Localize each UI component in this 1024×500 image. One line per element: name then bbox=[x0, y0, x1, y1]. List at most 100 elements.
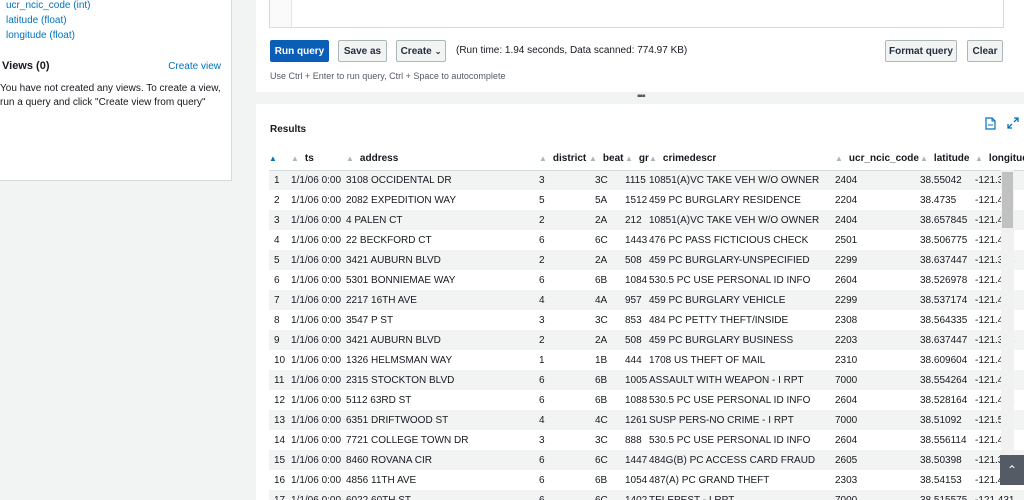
table-cell: 484G(B) PC ACCESS CARD FRAUD bbox=[649, 450, 835, 470]
create-view-link[interactable]: Create view bbox=[168, 61, 221, 72]
clear-button[interactable]: Clear bbox=[967, 40, 1003, 62]
table-cell: 508 bbox=[625, 330, 649, 350]
table-cell: -121.434 bbox=[975, 394, 1015, 406]
table-cell: 2404 bbox=[835, 210, 920, 230]
table-cell: 38.556114 bbox=[920, 434, 967, 446]
table-cell: 2604 bbox=[835, 394, 858, 406]
table-cell: 38.657845 bbox=[920, 210, 975, 230]
table-cell: -121.427 bbox=[975, 234, 1015, 246]
table-cell: 10851(A)VC TAKE VEH W/O OWNER bbox=[649, 170, 835, 190]
table-row: 11 1/1/06 0:00 2315 STOCKTON BLVD 6 6B 1005 AS… bbox=[269, 370, 1024, 390]
table-cell: 6 bbox=[539, 370, 589, 390]
table-cell: 1084 bbox=[625, 274, 648, 286]
table-cell: 957 bbox=[625, 290, 649, 310]
table-cell: 484 PC PETTY THEFT/INSIDE bbox=[649, 314, 789, 326]
table-cell: 888 bbox=[625, 434, 642, 446]
table-cell: -121.384 bbox=[975, 250, 1024, 270]
table-row: 3 1/1/06 0:00 4 PALEN CT 2 2A 212 10851(A)VC T… bbox=[269, 210, 1024, 230]
create-dropdown-button[interactable]: Create ⌄ bbox=[396, 40, 446, 62]
column-header[interactable]: ▲ latitude bbox=[920, 148, 975, 171]
sort-icon: ▲ bbox=[835, 154, 843, 164]
table-cell: 6022 60TH ST bbox=[346, 490, 539, 500]
table-cell: 2217 16TH AVE bbox=[346, 290, 539, 310]
sort-icon: ▲ bbox=[589, 154, 597, 164]
table-cell: 1/1/06 0:00 bbox=[291, 410, 346, 430]
table-cell: -121.462 bbox=[975, 210, 1024, 230]
column-header[interactable]: ▲grid bbox=[625, 148, 649, 171]
column-header[interactable]: ▲ address bbox=[346, 148, 539, 171]
table-scrollbar[interactable] bbox=[1001, 170, 1014, 456]
run-query-button[interactable]: Run query bbox=[270, 40, 329, 62]
table-cell: 1/1/06 0:00 bbox=[291, 210, 346, 230]
table-cell: 6C bbox=[589, 450, 625, 470]
table-cell: 1 bbox=[539, 354, 545, 366]
table-cell: 38.51092 bbox=[920, 410, 975, 430]
query-editor[interactable] bbox=[269, 0, 1004, 28]
table-row: 2 1/1/06 0:00 2082 EXPEDITION WAY 5 5A 1512 45… bbox=[269, 190, 1024, 210]
table-cell: 530.5 PC USE PERSONAL ID INFO bbox=[649, 274, 811, 286]
column-header[interactable]: ▲ beat bbox=[589, 148, 625, 171]
table-cell: ASSAULT WITH WEAPON - I RPT bbox=[649, 370, 835, 390]
column-header[interactable]: ▲longitude bbox=[975, 148, 1024, 171]
results-table-body: 1 1/1/06 0:00 3108 OCCIDENTAL DR 3 3C 1115 108… bbox=[269, 170, 1024, 500]
table-header-row: ▲ ▲ts ▲address ▲district ▲beat ▲grid ▲cr… bbox=[269, 148, 1024, 171]
column-latitude[interactable]: latitude (float) bbox=[6, 15, 67, 26]
table-cell: 14 bbox=[274, 434, 286, 446]
table-cell: 7000 bbox=[835, 410, 920, 430]
table-cell: 6C bbox=[589, 490, 625, 500]
table-cell: 10 bbox=[274, 354, 286, 366]
table-cell: 6B bbox=[595, 274, 608, 286]
chevron-up-icon: ⌃ bbox=[1006, 463, 1018, 477]
sort-index-header[interactable]: ▲ bbox=[269, 148, 291, 171]
column-header[interactable]: ▲ ucr_ncic_code bbox=[835, 148, 920, 171]
table-cell: 1326 HELMSMAN WAY bbox=[346, 354, 453, 366]
expand-icon[interactable] bbox=[1007, 117, 1019, 129]
table-cell: 13 bbox=[269, 410, 291, 430]
save-as-button[interactable]: Save as bbox=[338, 40, 387, 62]
table-cell: 38.637447 bbox=[920, 330, 975, 350]
table-cell: 459 PC BURGLARY RESIDENCE bbox=[649, 194, 801, 206]
table-cell: 1447 bbox=[625, 450, 649, 470]
column-longitude[interactable]: longitude (float) bbox=[6, 30, 75, 41]
table-cell: 1/1/06 0:00 bbox=[291, 290, 346, 310]
table-cell: 1/1/06 0:00 bbox=[291, 170, 346, 190]
table-row: 13 1/1/06 0:00 6351 DRIFTWOOD ST 4 4C 1261 SUS… bbox=[269, 410, 1024, 430]
column-header[interactable]: ▲ district bbox=[539, 148, 589, 171]
scrollbar-thumb[interactable] bbox=[1002, 172, 1013, 228]
table-cell: 38.564335 bbox=[920, 314, 968, 326]
column-header[interactable]: ▲ crimedescr bbox=[649, 148, 835, 171]
results-table: ▲ ▲ts ▲address ▲district ▲beat ▲grid ▲cr… bbox=[269, 148, 1024, 500]
table-cell: 17 bbox=[269, 490, 291, 500]
resize-handle-icon[interactable]: ▪▪▪ bbox=[637, 91, 646, 102]
table-cell: 6 bbox=[539, 490, 589, 500]
download-csv-icon[interactable] bbox=[985, 117, 996, 130]
table-cell: 2308 bbox=[835, 314, 858, 326]
table-cell: SUSP PERS-NO CRIME - I RPT bbox=[649, 410, 835, 430]
table-cell: 38.537174 bbox=[920, 290, 975, 310]
table-cell: 12 bbox=[274, 394, 286, 406]
table-cell: 2A bbox=[589, 250, 625, 270]
table-cell: 1/1/06 0:00 bbox=[291, 274, 342, 286]
table-cell: 530.5 PC USE PERSONAL ID INFO bbox=[649, 394, 811, 406]
table-cell: 2315 STOCKTON BLVD bbox=[346, 370, 539, 390]
table-cell: 3 bbox=[539, 170, 589, 190]
table-row: 16 1/1/06 0:00 4856 11TH AVE 6 6B 1054 487(A) … bbox=[269, 470, 1024, 490]
table-cell: 1708 US THEFT OF MAIL bbox=[649, 354, 766, 366]
table-cell: 3C bbox=[595, 434, 608, 446]
table-cell: 2299 bbox=[835, 290, 920, 310]
table-cell: -121.491 bbox=[975, 354, 1015, 366]
table-cell: 16 bbox=[274, 474, 286, 486]
scroll-to-top-button[interactable]: ⌃ bbox=[1000, 455, 1024, 485]
table-cell: 2 bbox=[274, 194, 280, 206]
runtime-info: (Run time: 1.94 seconds, Data scanned: 7… bbox=[456, 45, 688, 56]
table-cell: 212 bbox=[625, 210, 649, 230]
column-ucr-ncic-code[interactable]: ucr_ncic_code (int) bbox=[6, 0, 90, 11]
table-cell: 1/1/06 0:00 bbox=[291, 354, 342, 366]
table-cell: 1/1/06 0:00 bbox=[291, 234, 342, 246]
column-header[interactable]: ▲ ts bbox=[291, 148, 346, 171]
table-cell: 6 bbox=[539, 450, 589, 470]
format-query-button[interactable]: Format query bbox=[885, 40, 957, 62]
table-cell: 530.5 PC USE PERSONAL ID INFO bbox=[649, 434, 811, 446]
table-cell: 4 bbox=[274, 234, 280, 246]
table-cell: -121.455 bbox=[975, 370, 1024, 390]
